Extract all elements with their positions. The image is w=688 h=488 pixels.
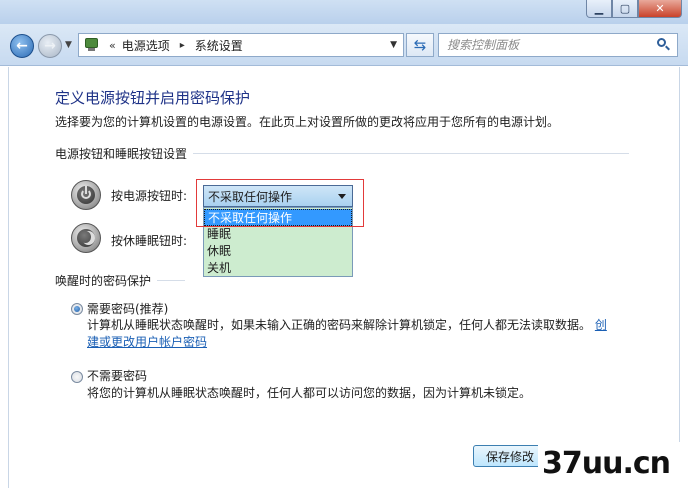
address-dropdown-icon[interactable]: ▼ (390, 40, 397, 50)
power-button-icon (71, 180, 101, 210)
breadcrumb-system-settings[interactable]: 系统设置 (195, 37, 243, 54)
close-button[interactable]: ✕ (638, 0, 682, 18)
back-arrow-icon: ← (16, 38, 28, 54)
maximize-icon: ▢ (619, 2, 631, 15)
search-input[interactable] (447, 38, 647, 52)
refresh-icon: ⇆ (413, 36, 427, 54)
option-sleep[interactable]: 睡眠 (204, 226, 352, 243)
sleep-button-label: 按休睡眠钮时: (111, 234, 188, 248)
breadcrumb-overflow[interactable]: « (109, 39, 116, 52)
minimize-button[interactable]: ▁ (586, 0, 612, 18)
control-panel-icon (83, 37, 101, 53)
annotation-highlight-box (196, 179, 364, 227)
power-button-label: 按电源按钮时: (111, 189, 188, 203)
change-password-link[interactable]: 建或更改用户帐户密码 (87, 335, 207, 349)
back-button[interactable]: ← (10, 34, 34, 58)
forward-button[interactable]: → (38, 34, 62, 58)
require-password-label[interactable]: 需要密码(推荐) (87, 300, 168, 317)
close-icon: ✕ (655, 2, 665, 15)
require-password-radio[interactable] (71, 303, 83, 315)
main-content: 定义电源按钮并启用密码保护 选择要为您的计算机设置的电源设置。在此页上对设置所做… (8, 67, 680, 488)
refresh-button[interactable]: ⇆ (406, 33, 434, 57)
forward-arrow-icon: → (44, 38, 56, 54)
maximize-button[interactable]: ▢ (612, 0, 638, 18)
breadcrumb-separator-icon[interactable]: ▸ (180, 40, 185, 51)
option-hibernate[interactable]: 休眠 (204, 243, 352, 260)
search-icon[interactable] (657, 38, 671, 52)
no-password-radio[interactable] (71, 371, 83, 383)
change-password-link-part1[interactable]: 创 (595, 318, 607, 332)
minimize-icon: ▁ (594, 2, 604, 15)
require-password-desc-text: 计算机从睡眠状态唤醒时，如果未输入正确的密码来解除计算机锁定，任何人都无法读取数… (87, 318, 592, 332)
breadcrumb-power-options[interactable]: 电源选项 (122, 37, 170, 54)
save-changes-button[interactable]: 保存修改 (473, 445, 547, 467)
recent-pages-dropdown-icon[interactable]: ▼ (65, 40, 72, 50)
site-watermark: 37uu.cn (538, 442, 686, 488)
require-password-description: 计算机从睡眠状态唤醒时，如果未输入正确的密码来解除计算机锁定，任何人都无法读取数… (87, 317, 627, 351)
sleep-button-icon (71, 223, 101, 253)
watermark-text: 37uu.cn (542, 446, 671, 481)
navigation-bar: ← → ▼ « 电源选项 ▸ 系统设置 ▼ ⇆ (0, 24, 688, 66)
page-title: 定义电源按钮并启用密码保护 (55, 89, 251, 107)
no-password-label[interactable]: 不需要密码 (87, 367, 147, 384)
option-shutdown[interactable]: 关机 (204, 260, 352, 277)
no-password-description: 将您的计算机从睡眠状态唤醒时，任何人都可以访问您的数据，因为计算机未锁定。 (87, 386, 532, 400)
password-section-title: 唤醒时的密码保护 (55, 272, 158, 289)
title-bar: ▁ ▢ ✕ (0, 0, 688, 24)
window-controls: ▁ ▢ ✕ (586, 0, 682, 18)
power-section-title: 电源按钮和睡眠按钮设置 (55, 145, 194, 162)
page-description: 选择要为您的计算机设置的电源设置。在此页上对设置所做的更改将应用于您所有的电源计… (55, 115, 560, 129)
address-bar[interactable]: « 电源选项 ▸ 系统设置 ▼ (78, 33, 404, 57)
search-box[interactable] (438, 33, 678, 57)
